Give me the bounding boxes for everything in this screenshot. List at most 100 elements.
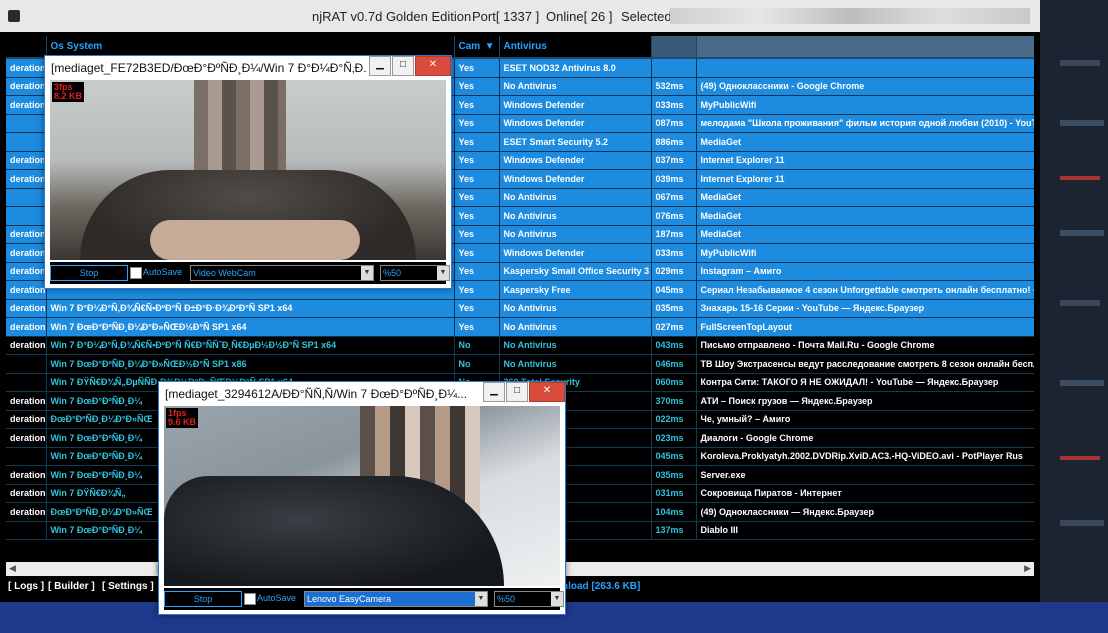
stop-button[interactable]: Stop bbox=[164, 591, 242, 607]
cell-active-window bbox=[696, 58, 1034, 78]
close-button[interactable]: ✕ bbox=[415, 56, 451, 76]
cell-antivirus: Windows Defender bbox=[499, 243, 652, 263]
cell-cam: Yes bbox=[454, 206, 500, 226]
cell-antivirus: Windows Defender bbox=[499, 169, 652, 189]
autosave-checkbox[interactable] bbox=[244, 593, 256, 605]
minimize-button[interactable]: ▁ bbox=[483, 382, 505, 402]
title-bar: njRAT v0.7d Golden Edition Port[ 1337 ] … bbox=[0, 0, 1040, 32]
cell-ping: 046ms bbox=[651, 354, 697, 374]
webcam-hands bbox=[150, 220, 360, 260]
cell-group bbox=[6, 206, 47, 226]
cell-ping: 043ms bbox=[651, 336, 697, 355]
cell-ping: 370ms bbox=[651, 391, 697, 411]
cell-group bbox=[6, 447, 47, 466]
table-row[interactable]: Win 7 ÐœÐ°ÐºÑÐ¸Ð¼Ð°Ð»ÑŒÐ½Ð°Ñ SP1 x86 No No… bbox=[6, 354, 1034, 374]
webcam-feed-2: 1fps 9.6 KB bbox=[164, 406, 560, 586]
fps-indicator: 1fps 9.6 KB bbox=[166, 408, 199, 428]
builder-link[interactable]: [ Builder ] bbox=[48, 581, 95, 592]
cell-ping: 060ms bbox=[651, 373, 697, 392]
logs-link[interactable]: [ Logs ] bbox=[8, 581, 44, 592]
autosave-checkbox[interactable] bbox=[130, 267, 142, 279]
table-row[interactable]: deration Win 7 Ð°Ð¼Ð°Ñ‚Ð¾Ñ€Ñ•ÐºÐ°Ñ Ð±Ð°Ð·… bbox=[6, 299, 1034, 318]
camera-device-select[interactable]: Lenovo EasyCamera ▼ bbox=[304, 591, 488, 607]
cell-active-window: Знахарь 15-16 Серии - YouTube — Яндекс.Б… bbox=[696, 299, 1034, 318]
settings-link[interactable]: [ Settings ] bbox=[102, 581, 154, 592]
cell-group: deration bbox=[6, 77, 47, 96]
cell-ping: 532ms bbox=[651, 77, 697, 96]
cell-active-window: FullScreenTopLayout bbox=[696, 317, 1034, 337]
cell-active-window: Koroleva.Proklyatyh.2002.DVDRip.XviD.AC3… bbox=[696, 447, 1034, 466]
cell-ping: 067ms bbox=[651, 188, 697, 207]
col-header-antivirus[interactable]: Antivirus bbox=[499, 36, 652, 59]
quality-select[interactable]: %50 ▼ bbox=[494, 591, 564, 607]
cell-group bbox=[6, 114, 47, 133]
maximize-button[interactable]: □ bbox=[506, 382, 528, 402]
background-desktop-region bbox=[1040, 0, 1108, 602]
cell-group: deration bbox=[6, 225, 47, 244]
cell-active-window: Internet Explorer 11 bbox=[696, 169, 1034, 189]
maximize-icon: □ bbox=[399, 59, 407, 70]
cell-group: deration bbox=[6, 317, 47, 337]
cell-ping: 087ms bbox=[651, 114, 697, 133]
scroll-left-icon[interactable]: ◀ bbox=[9, 563, 16, 574]
scroll-right-icon[interactable]: ▶ bbox=[1024, 563, 1031, 574]
autosave-label: AutoSave bbox=[257, 593, 297, 603]
camera-device-select[interactable]: Video WebCam ▼ bbox=[190, 265, 374, 281]
webcam-window-1[interactable]: [mediaget_FE72B3ED/ÐœÐ°ÐºÑÐ¸Ð¼/Win 7 Ð°Ð… bbox=[44, 55, 452, 289]
cell-active-window: MediaGet bbox=[696, 132, 1034, 152]
cell-os: Win 7 ÐœÐ°ÐºÑÐ¸Ð¼Ð°Ð»ÑŒÐ½Ð°Ñ SP1 x64 bbox=[46, 317, 455, 337]
port-label: Port[ 1337 ] bbox=[472, 9, 540, 24]
cell-os: Win 7 ÐœÐ°ÐºÑÐ¸Ð¼Ð°Ð»ÑŒÐ½Ð°Ñ SP1 x86 bbox=[46, 354, 455, 374]
cell-ping: 022ms bbox=[651, 410, 697, 429]
cell-active-window: MyPublicWifi bbox=[696, 243, 1034, 263]
cell-cam: Yes bbox=[454, 262, 500, 281]
cell-ping: 076ms bbox=[651, 206, 697, 226]
cell-active-window: Сокровища Пиратов - Интернет bbox=[696, 484, 1034, 503]
cell-os: Win 7 Ð°Ð¼Ð°Ñ‚Ð¾Ñ€Ñ•ÐºÐ°Ñ Ñ€Ð°ÑÑˆÐ¸Ñ€ÐµÐ… bbox=[46, 336, 455, 355]
quality-select[interactable]: %50 ▼ bbox=[380, 265, 450, 281]
cell-active-window: Instagram – Амиго bbox=[696, 262, 1034, 281]
close-icon: ✕ bbox=[428, 59, 438, 70]
cell-group bbox=[6, 188, 47, 207]
online-count: Online[ 26 ] bbox=[546, 9, 613, 24]
col-header-active-window[interactable] bbox=[696, 36, 1034, 59]
cell-group: deration bbox=[6, 280, 47, 300]
cell-active-window: MediaGet bbox=[696, 206, 1034, 226]
cell-cam: Yes bbox=[454, 243, 500, 263]
cell-group: deration bbox=[6, 243, 47, 263]
close-button[interactable]: ✕ bbox=[529, 382, 565, 402]
cell-active-window: Че, умный? – Амиго bbox=[696, 410, 1034, 429]
col-header-ping[interactable] bbox=[651, 36, 697, 59]
cell-active-window: АТИ – Поиск грузов — Яндекс.Браузер bbox=[696, 391, 1034, 411]
webcam-subject bbox=[164, 476, 504, 586]
pixelated-region bbox=[670, 8, 1030, 24]
cell-cam: Yes bbox=[454, 169, 500, 189]
cell-cam: Yes bbox=[454, 188, 500, 207]
cell-antivirus: ESET NOD32 Antivirus 8.0 bbox=[499, 58, 652, 78]
cell-ping: 035ms bbox=[651, 465, 697, 485]
cell-active-window: Письмо отправлено - Почта Mail.Ru - Goog… bbox=[696, 336, 1034, 355]
cell-ping: 033ms bbox=[651, 95, 697, 115]
table-row[interactable]: deration Win 7 ÐœÐ°ÐºÑÐ¸Ð¼Ð°Ð»ÑŒÐ½Ð°Ñ SP1… bbox=[6, 317, 1034, 337]
cell-group: deration bbox=[6, 428, 47, 448]
cell-group: deration bbox=[6, 262, 47, 281]
cell-cam: Yes bbox=[454, 225, 500, 244]
cell-group: deration bbox=[6, 151, 47, 170]
cell-ping: 029ms bbox=[651, 262, 697, 281]
webcam-window-2[interactable]: [mediaget_3294612A/ÐÐ°ÑÑ‚Ñ/Win 7 ÐœÐ°ÐºÑ… bbox=[158, 381, 566, 615]
table-row[interactable]: deration Win 7 Ð°Ð¼Ð°Ñ‚Ð¾Ñ€Ñ•ÐºÐ°Ñ Ñ€Ð°ÑÑ… bbox=[6, 336, 1034, 355]
minimize-button[interactable]: ▁ bbox=[369, 56, 391, 76]
stop-button[interactable]: Stop bbox=[50, 265, 128, 281]
cell-group: deration bbox=[6, 299, 47, 318]
cell-ping: 023ms bbox=[651, 428, 697, 448]
window-title: njRAT v0.7d Golden Edition bbox=[312, 9, 472, 24]
cell-group: deration bbox=[6, 502, 47, 522]
maximize-button[interactable]: □ bbox=[392, 56, 414, 76]
col-header-group[interactable] bbox=[6, 36, 47, 59]
cell-ping: 045ms bbox=[651, 280, 697, 300]
cell-ping: 039ms bbox=[651, 169, 697, 189]
col-header-cam[interactable]: Cam ▼ bbox=[454, 36, 500, 59]
cell-active-window: ТВ Шоу Экстрасенсы ведут расследование с… bbox=[696, 354, 1034, 374]
cell-antivirus: Kaspersky Small Office Security 3 bbox=[499, 262, 652, 281]
cell-os: Win 7 Ð°Ð¼Ð°Ñ‚Ð¾Ñ€Ñ•ÐºÐ°Ñ Ð±Ð°Ð·Ð¾Ð²Ð°Ñ … bbox=[46, 299, 455, 318]
